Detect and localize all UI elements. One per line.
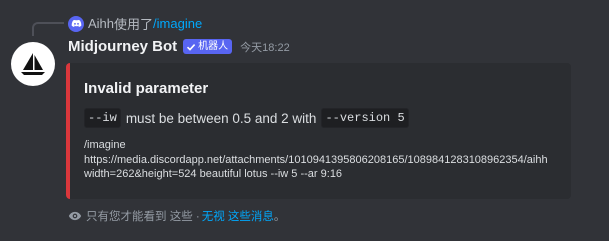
embed-title: Invalid parameter [84, 80, 209, 97]
command-line-2: https://media.discordapp.net/attachments… [84, 153, 548, 166]
reply-action: 使用了 [114, 17, 154, 32]
embed-description-text: must be between 0.5 and 2 with [125, 110, 317, 126]
avatar[interactable] [11, 42, 55, 86]
ephemeral-trailing: 。 [273, 211, 286, 223]
ephemeral-text: 只有您才能看到 这些 · [86, 211, 200, 223]
eye-icon [68, 211, 82, 221]
bot-badge: 机器人 [183, 39, 233, 54]
error-embed: Invalid parameter --iw must be between 0… [66, 63, 571, 199]
ephemeral-notice: 只有您才能看到 这些 · 无视 这些消息。 [68, 208, 285, 224]
version-code: --version 5 [321, 108, 409, 128]
iw-code: --iw [84, 108, 121, 128]
reply-connector-line [32, 22, 64, 36]
timestamp[interactable]: 今天18:22 [240, 39, 290, 55]
discord-logo-icon [68, 15, 84, 32]
checkmark-icon [187, 43, 196, 51]
command-line-1: /imagine [84, 139, 126, 151]
dismiss-message-link[interactable]: 无视 这些消息 [202, 208, 274, 224]
embed-command: /imagine https://media.discordapp.net/at… [84, 138, 548, 182]
command-line-3: width=262&height=524 beautiful lotus --i… [84, 168, 343, 180]
reply-reference[interactable]: Aihh 使用了/imagine [68, 14, 202, 33]
sailboat-icon [21, 53, 45, 75]
reply-user[interactable]: Aihh [88, 16, 114, 31]
username[interactable]: Midjourney Bot [68, 38, 177, 55]
reply-command[interactable]: /imagine [153, 16, 202, 31]
embed-description: --iw must be between 0.5 and 2 with --ve… [84, 108, 409, 128]
message-header: Midjourney Bot 机器人 今天18:22 [68, 38, 290, 55]
bot-badge-label: 机器人 [198, 41, 229, 52]
